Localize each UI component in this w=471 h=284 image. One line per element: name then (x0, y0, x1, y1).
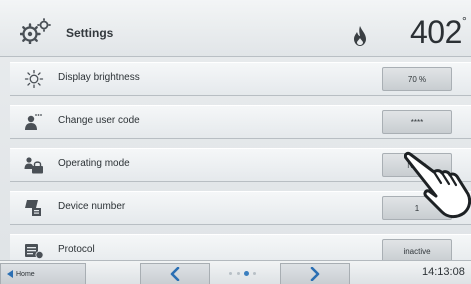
page-indicator (225, 271, 265, 277)
previous-page-button[interactable] (140, 263, 210, 284)
row-device-number[interactable]: Device number 1 (10, 191, 471, 225)
flame-icon (354, 26, 366, 46)
brightness-icon (24, 70, 44, 88)
temperature-readout: 402 (410, 14, 462, 50)
row-label: Protocol (58, 244, 95, 255)
operating-mode-icon (24, 157, 43, 174)
device-icon (25, 200, 41, 216)
clock: 14:13:08 (422, 266, 465, 278)
protocol-icon (25, 244, 44, 259)
footer-bar: Home 14:13:08 (0, 260, 471, 284)
page-dot (253, 272, 256, 275)
row-label: Display brightness (58, 72, 140, 83)
settings-list: Display brightness 70 % Change user code… (10, 62, 471, 277)
next-page-button[interactable] (280, 263, 350, 284)
pointing-hand-icon (404, 151, 471, 219)
page-dot-active (244, 271, 249, 276)
row-change-user-code[interactable]: Change user code **** (10, 105, 471, 139)
brightness-value-button[interactable]: 70 % (382, 67, 452, 91)
user-code-value-button[interactable]: **** (382, 110, 452, 134)
settings-screen: Settings 402 ° Display brightness 70 % C… (0, 0, 471, 284)
chevron-right-icon (310, 267, 320, 281)
page-dot (229, 272, 232, 275)
home-button-label: Home (16, 270, 35, 278)
page-dot (237, 272, 240, 275)
row-operating-mode[interactable]: Operating mode Norm (10, 148, 471, 182)
row-label: Device number (58, 201, 126, 212)
chevron-left-icon (170, 267, 180, 281)
header-bar: Settings 402 ° (0, 0, 471, 57)
row-display-brightness[interactable]: Display brightness 70 % (10, 62, 471, 96)
user-code-icon (25, 114, 42, 130)
temperature-unit: ° (462, 14, 467, 28)
home-arrow-icon (7, 270, 13, 278)
home-button[interactable]: Home (0, 263, 86, 284)
gears-icon (20, 18, 51, 44)
row-label: Change user code (58, 115, 140, 126)
row-label: Operating mode (58, 158, 130, 169)
page-title: Settings (66, 26, 114, 40)
